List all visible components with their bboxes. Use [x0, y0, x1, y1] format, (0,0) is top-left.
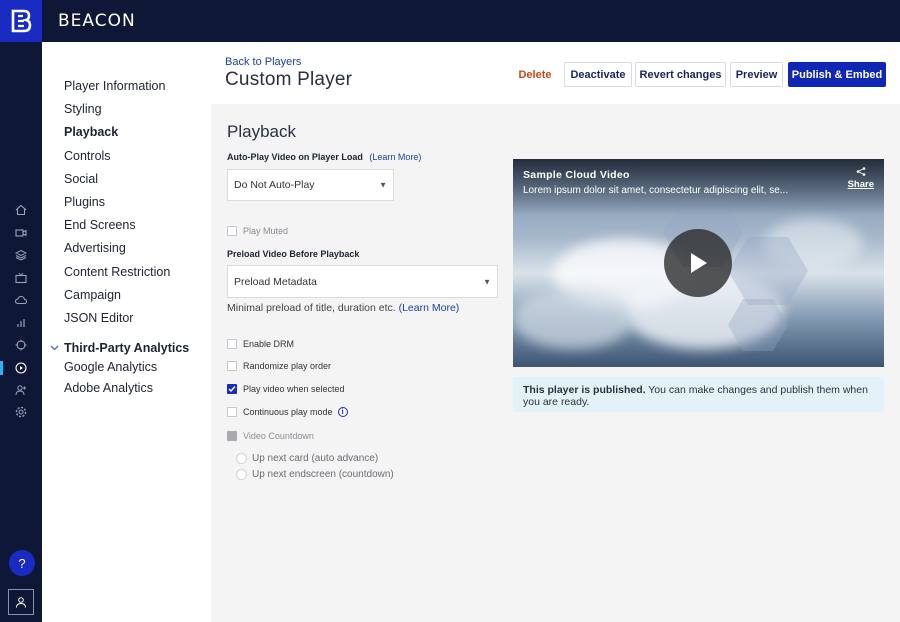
- video-icon[interactable]: [14, 226, 28, 240]
- section-title: Playback: [227, 122, 296, 141]
- dropdown-arrow-icon: ▼: [379, 180, 387, 190]
- play-button[interactable]: [664, 229, 732, 297]
- checkbox-box: [227, 407, 237, 417]
- settings-nav: Player Information Styling Playback Cont…: [42, 42, 211, 622]
- up-next-card-radio: Up next card (auto advance): [236, 452, 378, 465]
- checkbox-box: [227, 226, 237, 236]
- share-icon: [856, 167, 866, 176]
- brand-name: BEACON: [58, 11, 136, 31]
- checkbox-box: [227, 339, 237, 349]
- play-when-selected-label: Play video when selected: [243, 384, 345, 394]
- up-next-card-label: Up next card (auto advance): [252, 453, 379, 464]
- preload-label: Preload Video Before Playback: [227, 249, 360, 259]
- randomize-checkbox[interactable]: Randomize play order: [227, 360, 331, 372]
- beacon-logo-icon[interactable]: [0, 0, 42, 42]
- preload-hint: Minimal preload of title, duration etc. …: [227, 302, 459, 314]
- delete-button[interactable]: Delete: [509, 62, 561, 87]
- nav-item-advertising[interactable]: Advertising: [42, 240, 211, 263]
- page-header: Back to Players Custom Player Delete Dea…: [211, 42, 900, 104]
- tv-icon[interactable]: [14, 271, 28, 285]
- cloud-shape: [513, 289, 633, 349]
- deactivate-button[interactable]: Deactivate: [564, 62, 632, 87]
- play-icon: [691, 253, 707, 273]
- nav-item-content-restriction[interactable]: Content Restriction: [42, 264, 211, 287]
- video-countdown-checkbox: Video Countdown: [227, 430, 314, 442]
- video-preview[interactable]: Sample Cloud Video Lorem ipsum dolor sit…: [513, 159, 884, 367]
- up-next-endscreen-radio: Up next endscreen (countdown): [236, 468, 394, 481]
- nav-group-third-party-analytics[interactable]: Third-Party Analytics: [42, 337, 211, 359]
- autoplay-label: Auto-Play Video on Player Load (Learn Mo…: [227, 152, 421, 162]
- nav-group-label: Third-Party Analytics: [64, 341, 190, 356]
- page-title: Custom Player: [225, 69, 353, 90]
- video-description: Lorem ipsum dolor sit amet, consectetur …: [523, 185, 789, 196]
- nav-item-player-information[interactable]: Player Information: [42, 78, 211, 101]
- nav-item-adobe-analytics[interactable]: Adobe Analytics: [42, 380, 211, 401]
- checkbox-box: [227, 361, 237, 371]
- nav-item-plugins[interactable]: Plugins: [42, 194, 211, 217]
- nav-item-controls[interactable]: Controls: [42, 148, 211, 171]
- nav-item-campaign[interactable]: Campaign: [42, 287, 211, 310]
- play-muted-label: Play Muted: [243, 226, 289, 236]
- revert-changes-button[interactable]: Revert changes: [635, 62, 726, 87]
- randomize-label: Randomize play order: [243, 361, 332, 371]
- bar-chart-icon[interactable]: [14, 316, 28, 330]
- radio-circle: [236, 469, 247, 480]
- preload-learn-more-link[interactable]: (Learn More): [399, 302, 460, 314]
- nav-item-json-editor[interactable]: JSON Editor: [42, 310, 211, 333]
- nav-item-social[interactable]: Social: [42, 171, 211, 194]
- cloud-icon[interactable]: [14, 293, 28, 307]
- icon-rail: ?: [0, 42, 42, 622]
- autoplay-learn-more-link[interactable]: (Learn More): [369, 152, 421, 162]
- share-button[interactable]: Share: [848, 167, 874, 190]
- play-muted-checkbox[interactable]: Play Muted: [227, 225, 288, 237]
- play-when-selected-checkbox[interactable]: Play video when selected: [227, 383, 345, 395]
- enable-drm-checkbox[interactable]: Enable DRM: [227, 338, 294, 350]
- preload-hint-text: Minimal preload of title, duration etc.: [227, 302, 396, 314]
- check-icon: [228, 386, 236, 393]
- published-notice: This player is published. You can make c…: [513, 377, 884, 412]
- publish-embed-button[interactable]: Publish & Embed: [788, 62, 886, 87]
- video-countdown-label: Video Countdown: [243, 431, 314, 441]
- nav-item-end-screens[interactable]: End Screens: [42, 217, 211, 240]
- nav-item-google-analytics[interactable]: Google Analytics: [42, 359, 211, 380]
- autoplay-label-text: Auto-Play Video on Player Load: [227, 152, 363, 162]
- play-circle-icon[interactable]: [14, 361, 28, 375]
- crosshair-icon[interactable]: [14, 338, 28, 352]
- home-icon[interactable]: [14, 203, 28, 217]
- gear-icon[interactable]: [14, 405, 28, 419]
- continuous-play-checkbox[interactable]: Continuous play mode i: [227, 406, 348, 418]
- continuous-play-label: Continuous play mode: [243, 407, 333, 417]
- nav-item-styling[interactable]: Styling: [42, 101, 211, 124]
- up-next-endscreen-label: Up next endscreen (countdown): [252, 469, 394, 480]
- autoplay-select[interactable]: Do Not Auto-Play ▼: [227, 169, 394, 201]
- chevron-down-icon: [50, 343, 64, 353]
- preload-select[interactable]: Preload Metadata ▼: [227, 265, 498, 298]
- user-icon: [16, 597, 26, 608]
- info-icon[interactable]: i: [337, 407, 348, 417]
- nav-item-playback[interactable]: Playback: [42, 124, 211, 147]
- video-title: Sample Cloud Video: [523, 169, 630, 181]
- checkbox-box-checked: [227, 384, 237, 394]
- notice-bold: This player is published.: [523, 384, 646, 396]
- preview-button[interactable]: Preview: [730, 62, 783, 87]
- dropdown-arrow-icon: ▼: [483, 277, 491, 286]
- checkbox-box-disabled: [227, 431, 237, 441]
- back-to-players-link[interactable]: Back to Players: [225, 56, 301, 68]
- top-bar: BEACON: [0, 0, 900, 42]
- help-button[interactable]: ?: [9, 550, 35, 576]
- account-button[interactable]: [8, 589, 34, 615]
- autoplay-select-value: Do Not Auto-Play: [234, 179, 315, 191]
- share-label: Share: [847, 179, 874, 190]
- layers-icon[interactable]: [14, 248, 28, 262]
- rail-active-indicator: [0, 361, 3, 375]
- radio-circle: [236, 453, 247, 464]
- user-add-icon[interactable]: [14, 383, 28, 397]
- playback-settings-panel: Playback Auto-Play Video on Player Load …: [211, 104, 900, 622]
- preload-select-value: Preload Metadata: [234, 275, 317, 288]
- enable-drm-label: Enable DRM: [243, 339, 295, 349]
